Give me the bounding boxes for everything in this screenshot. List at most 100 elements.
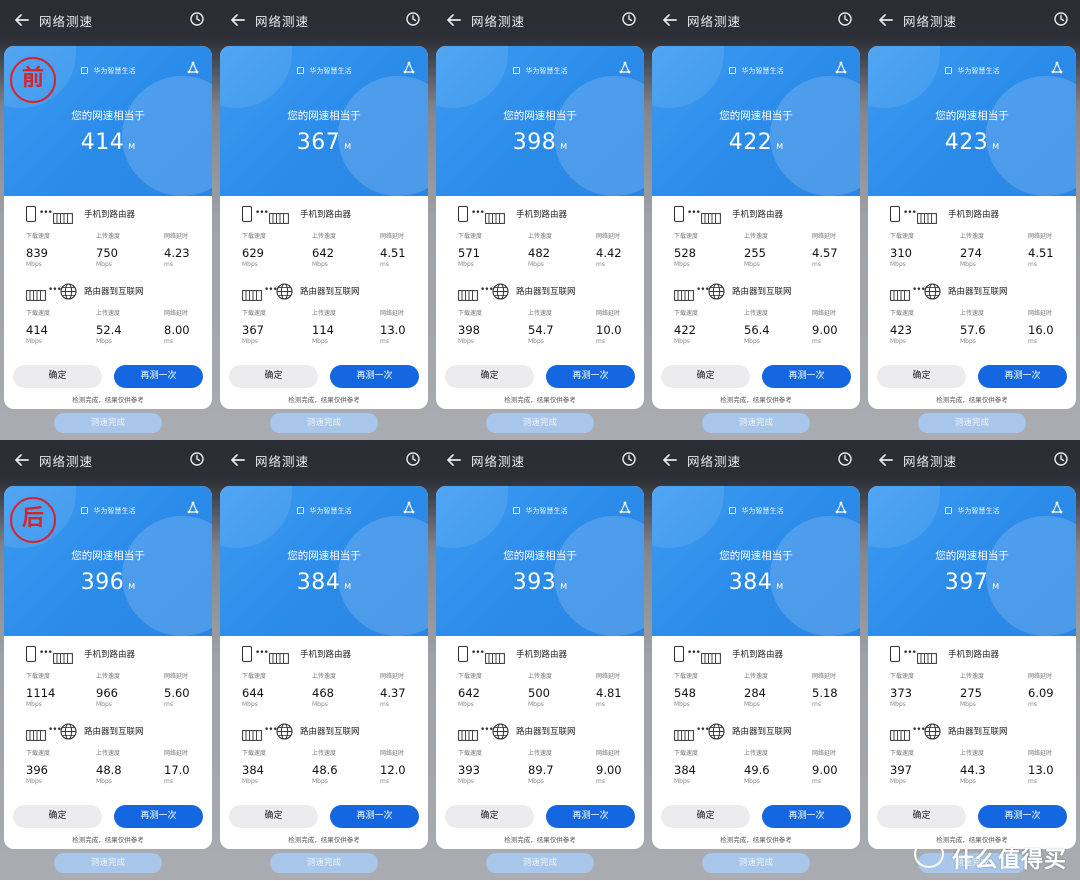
- link-dots-icon: •••: [903, 648, 917, 658]
- clock-icon[interactable]: [189, 11, 205, 27]
- stat-download: 下载速度 393 Mbps: [458, 748, 514, 785]
- confirm-button[interactable]: 确定: [13, 365, 102, 388]
- stat-download: 下载速度 384 Mbps: [674, 748, 730, 785]
- test-done-button[interactable]: 测速完成: [702, 853, 810, 873]
- section-router-internet: ••• 路由器到互联网: [26, 282, 206, 302]
- share-icon[interactable]: [1050, 60, 1064, 74]
- confirm-button[interactable]: 确定: [877, 365, 966, 388]
- arrow-left-icon[interactable]: [660, 10, 680, 30]
- share-icon[interactable]: [186, 500, 200, 514]
- huawei-logo-icon: [728, 507, 736, 514]
- test-done-button[interactable]: 测速完成: [270, 853, 378, 873]
- retest-button[interactable]: 再测一次: [546, 805, 635, 828]
- confirm-button[interactable]: 确定: [661, 805, 750, 828]
- clock-icon[interactable]: [621, 11, 637, 27]
- arrow-left-icon[interactable]: [444, 10, 464, 30]
- clock-icon[interactable]: [189, 451, 205, 467]
- overall-speed-unit: M: [992, 142, 1000, 151]
- stat-download: 下载速度 422 Mbps: [674, 308, 730, 345]
- arrow-left-icon[interactable]: [660, 450, 680, 470]
- overall-speed-value: 398: [512, 130, 557, 155]
- stat-unit: Mbps: [96, 261, 112, 268]
- stat-download: 下载速度 310 Mbps: [890, 231, 946, 268]
- share-icon[interactable]: [186, 60, 200, 74]
- stat-value: 13.0: [1028, 763, 1054, 777]
- retest-button[interactable]: 再测一次: [978, 365, 1067, 388]
- share-icon[interactable]: [402, 60, 416, 74]
- stat-unit: Mbps: [312, 338, 328, 345]
- stat-label: 上传速度: [312, 673, 337, 680]
- clock-icon[interactable]: [1053, 451, 1069, 467]
- stat-unit: Mbps: [674, 701, 690, 708]
- clock-icon[interactable]: [621, 451, 637, 467]
- test-done-button[interactable]: 测速完成: [486, 853, 594, 873]
- test-done-button[interactable]: 测速完成: [270, 413, 378, 433]
- retest-button[interactable]: 再测一次: [978, 805, 1067, 828]
- arrow-left-icon[interactable]: [876, 450, 896, 470]
- retest-button[interactable]: 再测一次: [762, 365, 851, 388]
- stat-value: 16.0: [1028, 323, 1054, 337]
- section-phone-router: ••• 手机到路由器: [242, 205, 422, 225]
- retest-button[interactable]: 再测一次: [762, 805, 851, 828]
- overall-speed-value: 393: [512, 570, 557, 595]
- section-router-internet: ••• 路由器到互联网: [890, 722, 1070, 742]
- arrow-left-icon[interactable]: [12, 10, 32, 30]
- retest-button[interactable]: 再测一次: [114, 365, 203, 388]
- share-icon[interactable]: [1050, 500, 1064, 514]
- share-icon[interactable]: [834, 60, 848, 74]
- stat-value: 750: [96, 246, 118, 260]
- test-done-button[interactable]: 测速完成: [918, 413, 1026, 433]
- overall-speed-unit: M: [776, 142, 784, 151]
- result-card: 华为智慧生活 您的网速相当于 398 M ••• 手机到路由器 下载速度 571 Mbps 上传速…: [436, 46, 644, 409]
- retest-button[interactable]: 再测一次: [546, 365, 635, 388]
- confirm-button[interactable]: 确定: [229, 365, 318, 388]
- stat-unit: Mbps: [458, 778, 474, 785]
- clock-icon[interactable]: [837, 451, 853, 467]
- stat-value: 528: [674, 246, 696, 260]
- stat-download: 下载速度 1114 Mbps: [26, 671, 82, 708]
- confirm-button[interactable]: 确定: [13, 805, 102, 828]
- stat-value: 397: [890, 763, 912, 777]
- confirm-button[interactable]: 确定: [445, 805, 534, 828]
- share-icon[interactable]: [618, 500, 632, 514]
- stat-label: 下载速度: [674, 750, 699, 757]
- confirm-button[interactable]: 确定: [229, 805, 318, 828]
- share-icon[interactable]: [618, 60, 632, 74]
- retest-button[interactable]: 再测一次: [114, 805, 203, 828]
- stat-label: 上传速度: [960, 233, 985, 240]
- share-icon[interactable]: [834, 500, 848, 514]
- confirm-button[interactable]: 确定: [445, 365, 534, 388]
- arrow-left-icon[interactable]: [228, 10, 248, 30]
- clock-icon[interactable]: [837, 11, 853, 27]
- share-icon[interactable]: [402, 500, 416, 514]
- stat-value: 5.60: [164, 686, 190, 700]
- confirm-button[interactable]: 确定: [661, 365, 750, 388]
- stat-label: 网络延时: [812, 310, 837, 317]
- arrow-left-icon[interactable]: [444, 450, 464, 470]
- test-done-button[interactable]: 测速完成: [54, 853, 162, 873]
- stat-label: 下载速度: [458, 750, 483, 757]
- clock-icon[interactable]: [405, 451, 421, 467]
- confirm-button[interactable]: 确定: [877, 805, 966, 828]
- test-done-button[interactable]: 测速完成: [54, 413, 162, 433]
- section-phone-router: ••• 手机到路由器: [26, 205, 206, 225]
- retest-button[interactable]: 再测一次: [330, 365, 419, 388]
- arrow-left-icon[interactable]: [876, 10, 896, 30]
- section-title: 手机到路由器: [732, 650, 784, 660]
- arrow-left-icon[interactable]: [228, 450, 248, 470]
- stat-label: 网络延时: [380, 673, 405, 680]
- stat-unit: Mbps: [674, 261, 690, 268]
- stat-label: 下载速度: [242, 233, 267, 240]
- section-title: 手机到路由器: [948, 650, 1000, 660]
- stat-unit: Mbps: [960, 338, 976, 345]
- brand-label: 华为智慧生活: [220, 66, 428, 76]
- retest-button[interactable]: 再测一次: [330, 805, 419, 828]
- speed-hero: 华为智慧生活 您的网速相当于 398 M: [436, 46, 644, 196]
- test-done-button[interactable]: 测速完成: [702, 413, 810, 433]
- brand-label: 华为智慧生活: [652, 66, 860, 76]
- test-done-button[interactable]: 测速完成: [486, 413, 594, 433]
- overall-speed-value: 384: [296, 570, 341, 595]
- clock-icon[interactable]: [1053, 11, 1069, 27]
- clock-icon[interactable]: [405, 11, 421, 27]
- arrow-left-icon[interactable]: [12, 450, 32, 470]
